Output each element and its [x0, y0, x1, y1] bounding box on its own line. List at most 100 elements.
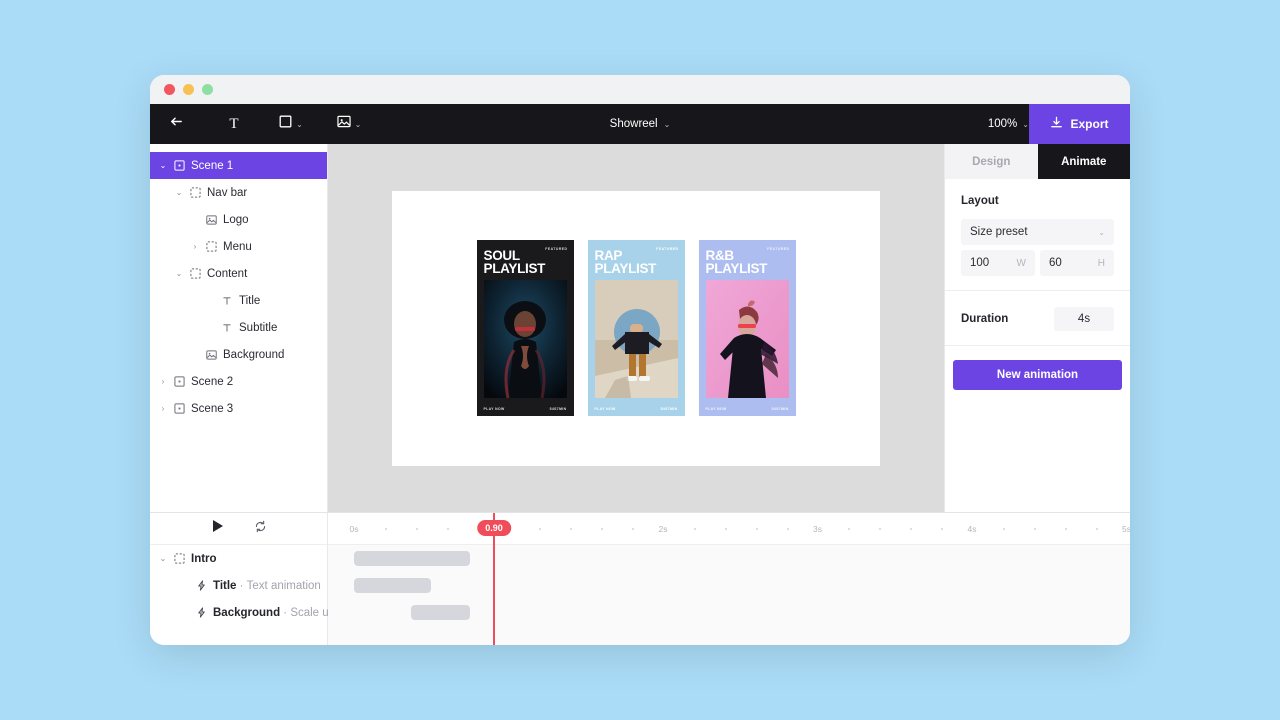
- duration-label: Duration: [961, 313, 1009, 325]
- export-button[interactable]: Export: [1029, 104, 1130, 144]
- ruler-tick-dot: [570, 528, 573, 530]
- timeline-track-intro[interactable]: ⌄ Intro: [150, 545, 327, 572]
- timeline-bar[interactable]: [411, 605, 470, 620]
- layer-item-nav-bar[interactable]: ⌄ Nav bar: [150, 179, 327, 206]
- text-tool-button[interactable]: T: [208, 104, 260, 144]
- layer-disclosure-chevron-icon[interactable]: ›: [156, 404, 170, 413]
- frame-icon: [170, 553, 188, 564]
- text-icon: [218, 323, 236, 333]
- panel-tabs: Design Animate: [945, 144, 1130, 179]
- frame-icon: [202, 241, 220, 252]
- poster-title: SOUL PLAYLIST: [483, 248, 546, 276]
- zoom-level-label: 100%: [987, 118, 1018, 130]
- timeline-ruler[interactable]: 0s 2s 3s 4s 5s: [328, 513, 1130, 545]
- track-name: Background: [213, 606, 281, 619]
- canvas-area[interactable]: FEATURED SOUL PLAYLIST PLAY NOW 54S7MIN …: [328, 144, 944, 512]
- poster-footer: PLAY NOW 54S7MIN: [595, 407, 678, 411]
- duration-input[interactable]: 4s: [1054, 307, 1114, 331]
- layer-disclosure-chevron-icon[interactable]: ⌄: [172, 269, 186, 278]
- minimize-window-button[interactable]: [183, 84, 194, 95]
- layer-disclosure-chevron-icon[interactable]: ⌄: [172, 188, 186, 197]
- track-disclosure-chevron-icon[interactable]: ⌄: [156, 554, 170, 563]
- playback-controls: [150, 513, 327, 545]
- layer-item-scene-3[interactable]: › Scene 3: [150, 395, 327, 422]
- timeline-bar[interactable]: [354, 578, 432, 593]
- layer-item-label: Scene 2: [191, 375, 234, 388]
- arrow-left-icon: [169, 114, 184, 134]
- tab-design[interactable]: Design: [945, 144, 1038, 179]
- maximize-window-button[interactable]: [202, 84, 213, 95]
- ruler-tick-dot: [724, 528, 727, 530]
- ruler-tick-dot: [755, 528, 758, 530]
- artboard[interactable]: FEATURED SOUL PLAYLIST PLAY NOW 54S7MIN …: [392, 190, 880, 466]
- bolt-icon: [192, 607, 210, 618]
- poster-photo: [594, 280, 678, 398]
- layer-item-logo[interactable]: ⌄Logo: [150, 206, 327, 233]
- layout-section: Layout Size preset ⌄ 100 W 60 H: [945, 179, 1130, 291]
- bolt-icon: [192, 580, 210, 591]
- layer-item-scene-2[interactable]: › Scene 2: [150, 368, 327, 395]
- shape-tool-chevron-down-icon[interactable]: ⌄: [296, 121, 303, 129]
- poster-footer-right: 54S7MIN: [549, 407, 567, 411]
- size-preset-select[interactable]: Size preset ⌄: [961, 219, 1114, 245]
- image-tool-chevron-down-icon[interactable]: ⌄: [355, 121, 362, 129]
- timeline-playhead[interactable]: 0.90: [477, 513, 511, 645]
- layer-item-label: Background: [223, 348, 285, 361]
- ruler-tick-dot: [1095, 528, 1098, 530]
- back-button[interactable]: [150, 104, 202, 144]
- layer-item-background[interactable]: ⌄Background: [150, 341, 327, 368]
- zoom-control[interactable]: 100% ⌄: [988, 104, 1029, 144]
- poster-card[interactable]: FEATURED R&B PLAYLIST PLAY NOW 54S7MIN: [698, 240, 796, 416]
- layer-item-scene-1[interactable]: ⌄ Scene 1: [150, 152, 327, 179]
- download-icon: [1050, 116, 1063, 132]
- ruler-tick-dot: [1033, 528, 1036, 530]
- ruler-tick-label: 0s: [349, 524, 359, 534]
- new-animation-button[interactable]: New animation: [953, 360, 1122, 390]
- layer-item-title[interactable]: ⌄Title: [150, 287, 327, 314]
- poster-footer-left: PLAY NOW: [483, 407, 505, 411]
- poster-card[interactable]: FEATURED RAP PLAYLIST PLAY NOW 54S7MIN: [587, 240, 685, 416]
- frame-icon: [186, 187, 204, 198]
- play-icon[interactable]: [211, 519, 224, 538]
- layer-disclosure-chevron-icon[interactable]: ›: [156, 377, 170, 386]
- layer-item-label: Nav bar: [207, 186, 248, 199]
- scene-icon: [170, 403, 188, 414]
- ruler-tick-dot: [415, 528, 418, 530]
- poster-card[interactable]: FEATURED SOUL PLAYLIST PLAY NOW 54S7MIN: [476, 240, 574, 416]
- poster-tag: FEATURED: [656, 247, 679, 251]
- text-tool-label: T: [229, 115, 239, 132]
- tab-animate[interactable]: Animate: [1037, 144, 1130, 179]
- ruler-tick-dot: [539, 528, 542, 530]
- width-input[interactable]: 100 W: [961, 250, 1035, 276]
- size-preset-chevron-down-icon: ⌄: [1098, 228, 1105, 237]
- ruler-tick-label: 5s: [1122, 524, 1130, 534]
- ruler-tick-label: 3s: [813, 524, 822, 534]
- layer-item-label: Subtitle: [239, 321, 278, 334]
- layer-disclosure-chevron-icon[interactable]: ›: [188, 242, 202, 251]
- loop-icon[interactable]: [254, 520, 267, 538]
- timeline-track-list: ⌄ Intro ⌄Title · Text animation⌄Background…: [150, 513, 335, 645]
- document-title[interactable]: Showreel ⌄: [610, 104, 671, 144]
- shape-tool-button[interactable]: ⌄: [266, 104, 316, 144]
- timeline-bar[interactable]: [354, 551, 470, 566]
- timeline-grid[interactable]: 0s 2s 3s 4s 5s 0.90: [328, 513, 1130, 645]
- timeline-track-background[interactable]: ⌄Background · Scale up: [150, 599, 335, 626]
- layer-disclosure-chevron-icon[interactable]: ⌄: [156, 161, 170, 170]
- app-window: T ⌄ ⌄ Showreel ⌄ 100% ⌄ Export ⌄ Scene 1…: [150, 75, 1130, 645]
- layer-item-subtitle[interactable]: ⌄Subtitle: [150, 314, 327, 341]
- layer-item-menu[interactable]: › Menu: [150, 233, 327, 260]
- frame-icon: [186, 268, 204, 279]
- layer-item-content[interactable]: ⌄ Content: [150, 260, 327, 287]
- timeline-track-title[interactable]: ⌄Title · Text animation: [150, 572, 327, 599]
- layer-item-label: Logo: [223, 213, 249, 226]
- image-tool-button[interactable]: ⌄: [324, 104, 374, 144]
- layer-item-label: Scene 3: [191, 402, 234, 415]
- layers-panel: ⌄ Scene 1 ⌄ Nav bar ⌄Logo › Menu ⌄ Content ⌄Title…: [150, 144, 328, 512]
- text-icon: [218, 296, 236, 306]
- ruler-tick-dot: [848, 528, 851, 530]
- height-input[interactable]: 60 H: [1040, 250, 1114, 276]
- poster-footer-right: 54S7MIN: [660, 407, 678, 411]
- close-window-button[interactable]: [164, 84, 175, 95]
- ruler-tick-dot: [786, 528, 789, 530]
- export-label: Export: [1070, 117, 1109, 131]
